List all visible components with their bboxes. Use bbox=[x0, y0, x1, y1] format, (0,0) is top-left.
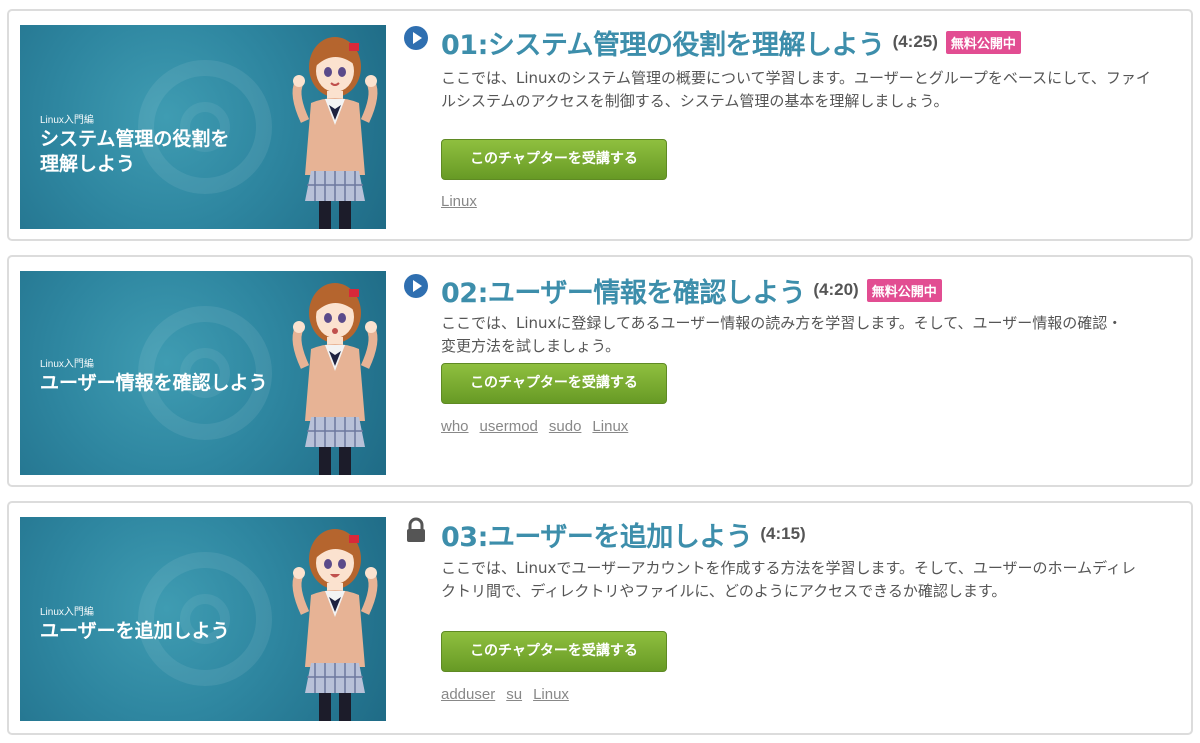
chapter-duration: (4:20) bbox=[813, 280, 859, 299]
chapter-description: ここでは、Linuxに登録してあるユーザー情報の読み方を学習します。そして、ユー… bbox=[441, 314, 1123, 355]
chapter-card: Linux入門編 ユーザーを追加しよう 03:ユーザーを追加しよう (4:15)… bbox=[7, 501, 1193, 735]
chapter-card: Linux入門編 ユーザー情報を確認しよう 02:ユーザー情報を確認しよう (4… bbox=[7, 255, 1193, 487]
tag-link[interactable]: usermod bbox=[480, 418, 538, 435]
character-illustration bbox=[292, 529, 378, 721]
chapter-duration: (4:15) bbox=[760, 524, 806, 543]
chapter-thumbnail[interactable]: Linux入門編 ユーザーを追加しよう bbox=[20, 517, 386, 721]
character-illustration bbox=[292, 283, 378, 475]
chapter-description: ここでは、Linuxでユーザーアカウントを作成する方法を学習します。そして、ユー… bbox=[441, 559, 1137, 600]
play-icon[interactable] bbox=[403, 25, 429, 51]
play-icon[interactable] bbox=[403, 273, 429, 299]
thumbnail-title: ユーザーを追加しよう bbox=[40, 620, 230, 642]
chapter-title[interactable]: 02:ユーザー情報を確認しよう bbox=[441, 271, 806, 310]
chapter-thumbnail[interactable]: Linux入門編 ユーザー情報を確認しよう bbox=[20, 271, 386, 475]
tag-link[interactable]: adduser bbox=[441, 686, 495, 703]
free-badge: 無料公開中 bbox=[866, 278, 942, 302]
tag-link[interactable]: Linux bbox=[441, 193, 477, 210]
take-chapter-button[interactable]: このチャプターを受講する bbox=[441, 363, 667, 404]
chapter-title[interactable]: 03:ユーザーを追加しよう bbox=[441, 515, 753, 554]
take-chapter-button[interactable]: このチャプターを受講する bbox=[441, 631, 667, 672]
chapter-title[interactable]: 01:システム管理の役割を理解しよう bbox=[441, 23, 885, 62]
thumbnail-series-label: Linux入門編 bbox=[40, 115, 94, 126]
chapter-duration: (4:25) bbox=[892, 32, 938, 51]
thumbnail-series-label: Linux入門編 bbox=[40, 359, 94, 370]
tag-list: Linux bbox=[441, 193, 477, 210]
chapter-description: ここでは、Linuxのシステム管理の概要について学習します。ユーザーとグループを… bbox=[441, 69, 1151, 110]
character-illustration bbox=[292, 37, 378, 229]
thumbnail-title: システム管理の役割を理解しよう bbox=[40, 128, 230, 175]
tag-link[interactable]: Linux bbox=[533, 686, 569, 703]
tag-link[interactable]: Linux bbox=[592, 418, 628, 435]
chapter-card: Linux入門編 システム管理の役割を理解しよう 01:システム管理の役割を理解… bbox=[7, 9, 1193, 241]
take-chapter-button[interactable]: このチャプターを受講する bbox=[441, 139, 667, 180]
lock-icon bbox=[407, 517, 425, 542]
thumbnail-series-label: Linux入門編 bbox=[40, 607, 94, 618]
tag-link[interactable]: sudo bbox=[549, 418, 582, 435]
tag-link[interactable]: su bbox=[506, 686, 522, 703]
free-badge: 無料公開中 bbox=[945, 30, 1021, 54]
tag-link[interactable]: who bbox=[441, 418, 469, 435]
tag-list: adduser su Linux bbox=[441, 686, 569, 703]
chapter-thumbnail[interactable]: Linux入門編 システム管理の役割を理解しよう bbox=[20, 25, 386, 229]
tag-list: who usermod sudo Linux bbox=[441, 418, 628, 435]
thumbnail-title: ユーザー情報を確認しよう bbox=[40, 372, 268, 394]
